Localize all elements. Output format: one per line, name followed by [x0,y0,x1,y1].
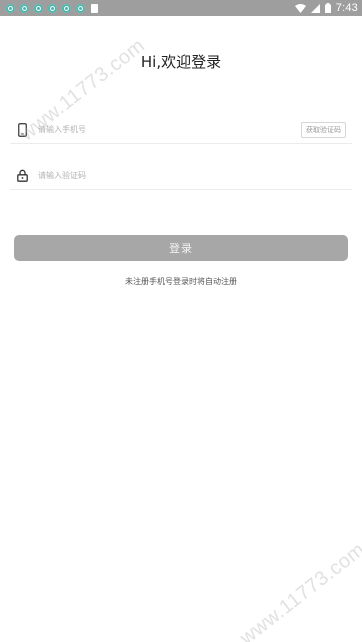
app-notification-icon [62,3,71,13]
app-notification-icon [6,3,15,13]
wifi-icon [294,3,306,13]
code-row [10,162,352,190]
status-indicators: 7:43 [294,2,358,14]
watermark: www.11773.com [236,538,362,642]
battery-icon [324,3,331,13]
login-screen: 7:43 Hi,欢迎登录 获取验证码 登录 未注册手机号登录时将自动注册 www… [0,0,362,642]
page-title: Hi,欢迎登录 [140,53,222,71]
auto-register-hint: 未注册手机号登录时将自动注册 [125,277,237,286]
status-bar: 7:43 [0,0,362,16]
app-notification-icon [76,3,85,13]
phone-icon [15,122,29,138]
verification-code-input[interactable] [38,167,352,184]
phone-number-input[interactable] [38,121,301,138]
status-time: 7:43 [335,2,358,14]
app-notification-icon [48,3,57,13]
signal-icon [310,3,320,13]
notification-icons [6,3,98,13]
lock-icon [15,168,29,184]
app-notification-icon [34,3,43,13]
phone-row: 获取验证码 [10,116,352,144]
document-icon [91,3,98,13]
get-code-button[interactable]: 获取验证码 [301,121,346,138]
app-notification-icon [20,3,29,13]
login-button[interactable]: 登录 [14,235,348,261]
